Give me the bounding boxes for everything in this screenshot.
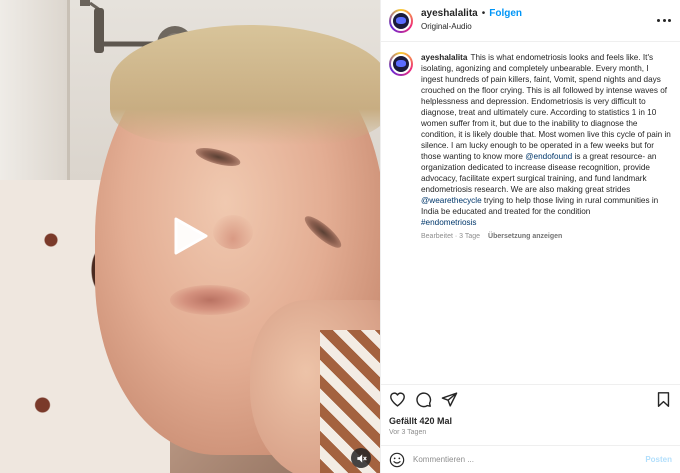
original-audio-link[interactable]: Original-Audio xyxy=(421,21,522,33)
translate-button[interactable]: Übersetzung anzeigen xyxy=(488,233,562,240)
person-hair xyxy=(110,25,380,145)
avatar[interactable] xyxy=(389,8,413,33)
hashtag-endometriosis[interactable]: #endometriosis xyxy=(421,218,477,227)
mouth xyxy=(170,285,250,315)
header-user-block: ayeshalalita • Folgen Original-Audio xyxy=(421,8,522,33)
play-icon[interactable] xyxy=(170,216,210,256)
paper-plane-icon[interactable] xyxy=(441,391,458,408)
username-link[interactable]: ayeshalalita xyxy=(421,8,478,20)
caption-area: ayeshalalita This is what endometriosis l… xyxy=(381,42,680,380)
muted-speaker-icon xyxy=(356,453,367,463)
like-count[interactable]: Gefällt 420 Mal xyxy=(381,414,680,426)
bookmark-icon[interactable] xyxy=(655,391,672,408)
caption-username[interactable]: ayeshalalita xyxy=(421,53,467,62)
comment-bar: Posten xyxy=(381,445,680,473)
post-side-panel: ayeshalalita • Folgen Original-Audio aye… xyxy=(380,0,680,473)
post-video[interactable] xyxy=(0,0,380,473)
mention-wearethecycle[interactable]: @wearethecycle xyxy=(421,196,482,205)
instagram-post: ayeshalalita • Folgen Original-Audio aye… xyxy=(0,0,680,473)
post-header: ayeshalalita • Folgen Original-Audio xyxy=(381,0,680,42)
caption-text: ayeshalalita This is what endometriosis l… xyxy=(421,52,672,228)
separator-dot: • xyxy=(481,8,486,19)
post-comment-button[interactable]: Posten xyxy=(645,455,672,464)
follow-button[interactable]: Folgen xyxy=(489,8,522,20)
comment-bubble-icon[interactable] xyxy=(415,391,432,408)
nose xyxy=(213,215,253,249)
action-bar xyxy=(381,384,680,414)
edited-label: Bearbeitet · 3 Tage xyxy=(421,233,481,240)
mute-button[interactable] xyxy=(351,448,371,468)
more-dots-icon[interactable] xyxy=(657,12,671,28)
caption-meta: Bearbeitet · 3 Tage Übersetzung anzeigen xyxy=(421,233,672,240)
heart-icon[interactable] xyxy=(389,391,406,408)
comment-input[interactable] xyxy=(413,455,646,464)
striped-pillow xyxy=(320,330,380,473)
smiley-icon[interactable] xyxy=(389,452,405,468)
caption-avatar[interactable] xyxy=(389,52,413,76)
post-timestamp[interactable]: Vor 3 Tagen xyxy=(381,426,680,436)
mention-endofound[interactable]: @endofound xyxy=(525,152,572,161)
caption-text-part-1: This is what endometriosis looks and fee… xyxy=(421,53,671,161)
